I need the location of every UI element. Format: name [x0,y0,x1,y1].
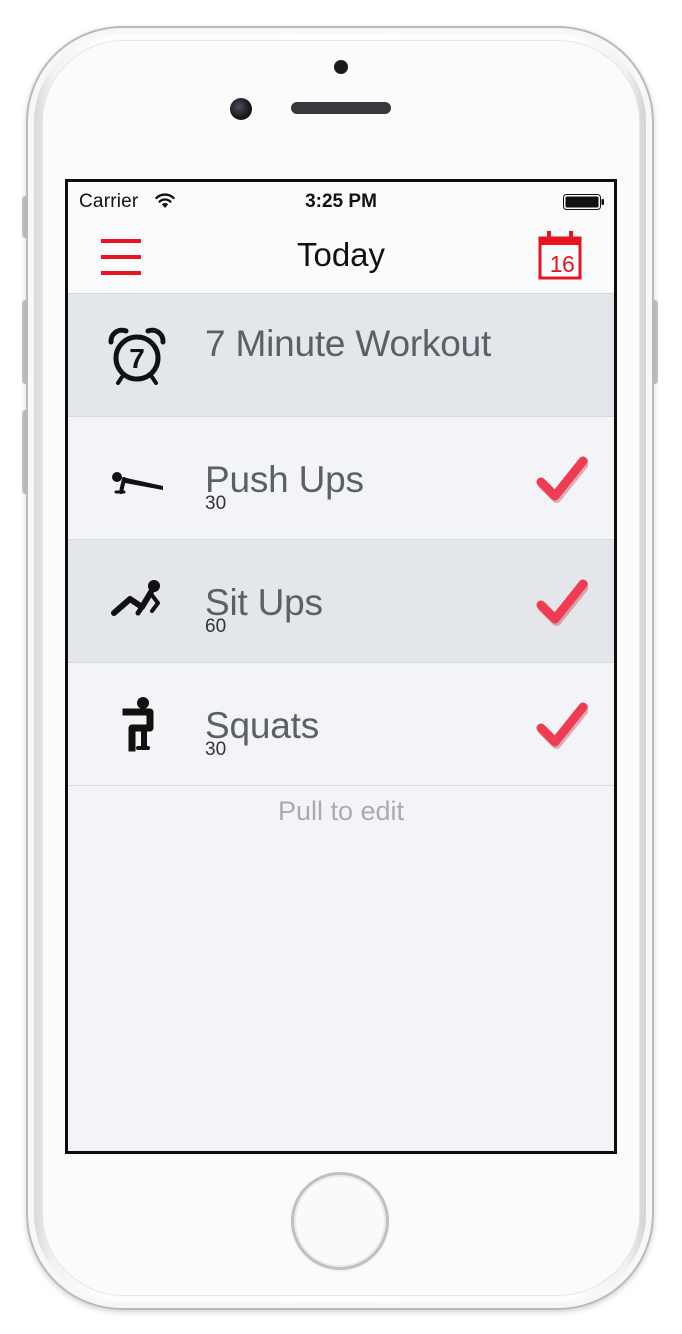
app-screen: Carrier 3:25 PM Today 16 7 7 Minute Work… [65,179,617,1154]
list-item-7-minute-workout[interactable]: 7 7 Minute Workout [68,294,614,417]
battery-icon [563,194,604,210]
workout-title: 7 Minute Workout [205,323,492,364]
earpiece-speaker [291,102,391,114]
calendar-button[interactable]: 16 [538,230,586,282]
check-mark-icon [536,579,588,626]
home-button[interactable] [291,1172,389,1270]
workout-count: 30 [205,739,227,760]
proximity-sensor [334,60,348,74]
sit-up-icon [111,580,160,616]
list-item-sit-ups[interactable]: Sit Ups 60 [68,540,614,663]
workout-title: Push Ups [205,459,364,500]
push-up-icon [112,472,163,494]
workout-count: 30 [205,493,227,514]
navigation-bar: Today 16 [68,222,614,294]
pull-to-edit-hint: Pull to edit [277,796,405,826]
check-mark-icon [536,702,588,749]
workout-count: 60 [205,616,227,637]
calendar-day-label: 16 [549,251,575,277]
svg-text:7: 7 [129,343,145,374]
page-title: Today [296,236,386,273]
status-bar: Carrier 3:25 PM [68,182,614,222]
list-item-squats[interactable]: Squats 30 [68,663,614,786]
alarm-clock-7-icon: 7 [108,327,166,385]
list-item-push-ups[interactable]: Push Ups 30 [68,417,614,540]
workout-list: 7 7 Minute Workout Push Ups 30 Sit Ups 6… [68,294,614,786]
clock: 3:25 PM [305,191,377,212]
squat-icon [122,697,154,752]
front-camera [230,98,252,120]
check-mark-icon [536,456,588,503]
